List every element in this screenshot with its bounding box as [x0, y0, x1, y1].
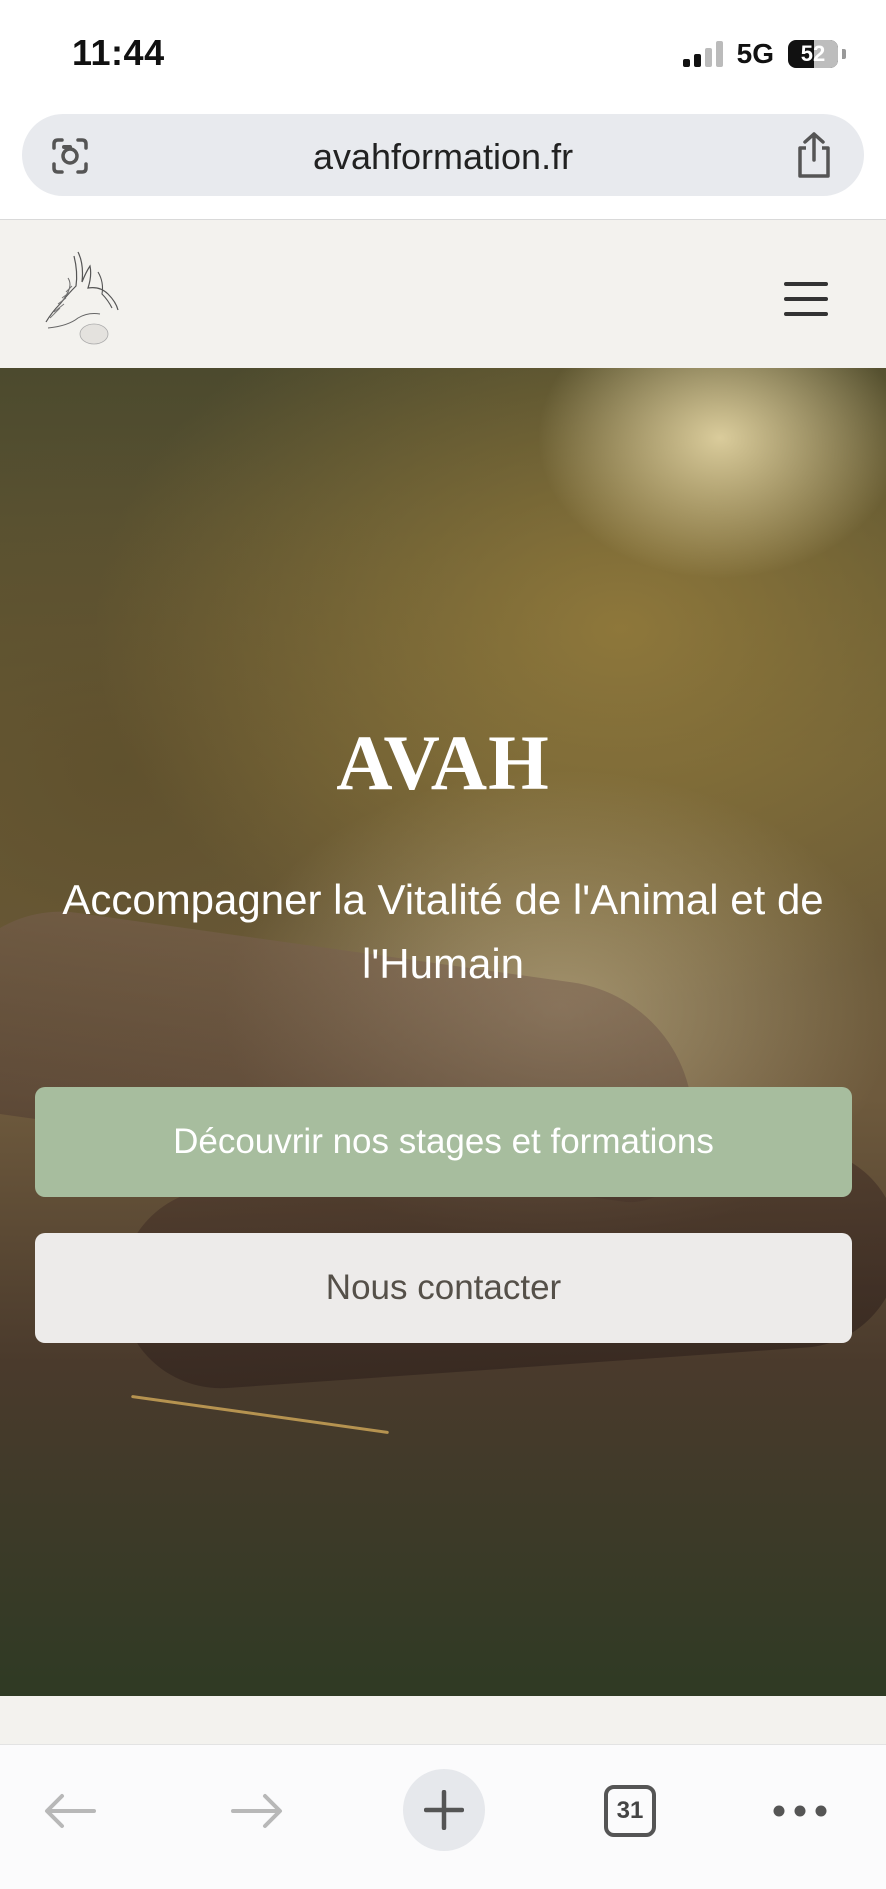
next-section-edge: [0, 1696, 886, 1744]
status-indicators: 5G 52: [682, 38, 846, 70]
signal-icon: [682, 41, 723, 67]
tabs-icon: 31: [604, 1785, 656, 1837]
forward-button[interactable]: [217, 1771, 297, 1851]
hero-section: AVAH Accompagner la Vitalité de l'Animal…: [0, 368, 886, 1696]
tab-count: 31: [616, 1797, 644, 1824]
hero-title: AVAH: [336, 719, 550, 806]
battery-icon: 52: [788, 40, 838, 68]
network-type: 5G: [736, 38, 774, 69]
browser-toolbar: 31: [0, 1744, 886, 1889]
logo[interactable]: [38, 242, 138, 352]
plus-icon: [424, 1790, 464, 1830]
more-button[interactable]: [760, 1771, 840, 1851]
new-tab-button[interactable]: [403, 1769, 485, 1851]
battery-cap: [842, 49, 846, 59]
share-icon[interactable]: [792, 130, 836, 180]
browser-address-area: avahformation.fr: [0, 110, 886, 220]
status-time: 11:44: [72, 32, 165, 73]
forward-arrow-icon: [231, 1794, 282, 1828]
discover-trainings-button[interactable]: Découvrir nos stages et formations: [35, 1087, 852, 1197]
hero-subtitle: Accompagner la Vitalité de l'Animal et d…: [62, 876, 824, 987]
more-icon: [773, 1805, 827, 1817]
site-header: [0, 220, 886, 368]
back-button[interactable]: [30, 1771, 110, 1851]
status-bar: 11:44 5G 52: [0, 0, 886, 110]
tabs-button[interactable]: 31: [590, 1771, 670, 1851]
url-text[interactable]: avahformation.fr: [22, 136, 864, 178]
back-arrow-icon: [45, 1794, 96, 1828]
address-bar[interactable]: avahformation.fr: [22, 114, 864, 196]
hero-light-glint: [131, 1394, 389, 1435]
battery-level: 52: [800, 41, 826, 66]
menu-icon[interactable]: [784, 282, 828, 316]
contact-button[interactable]: Nous contacter: [35, 1233, 852, 1343]
